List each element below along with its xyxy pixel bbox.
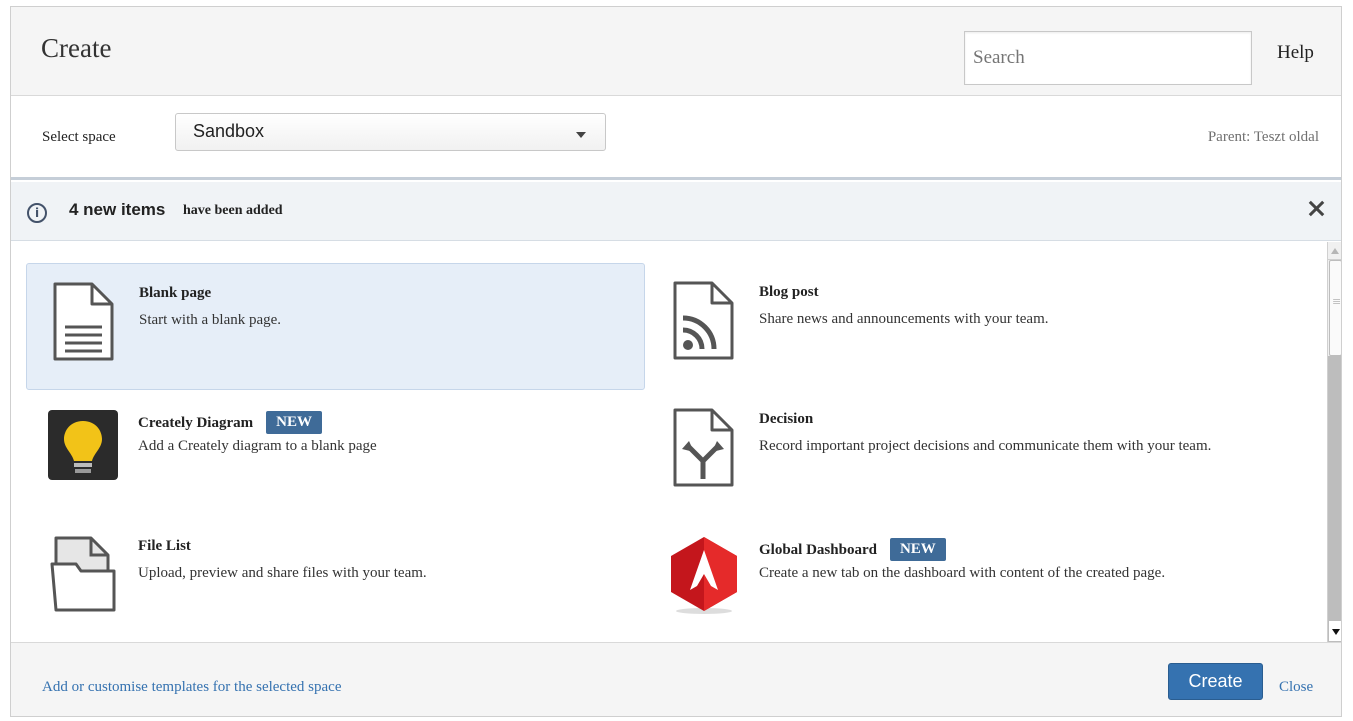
dialog-header: Create Help (11, 7, 1341, 96)
scroll-track[interactable] (1328, 356, 1341, 620)
template-name-text: Global Dashboard (759, 542, 877, 558)
template-description: Upload, preview and share files with you… (138, 565, 427, 581)
search-input[interactable] (964, 31, 1252, 85)
scroll-up-button[interactable] (1328, 242, 1341, 260)
info-icon: i (27, 203, 47, 223)
decision-icon (673, 408, 734, 487)
new-badge: NEW (889, 538, 946, 561)
scrollbar[interactable] (1327, 242, 1341, 642)
blog-post-icon (673, 281, 734, 360)
help-link[interactable]: Help (1277, 42, 1314, 64)
lightbulb-icon (48, 410, 118, 480)
template-name: File List (138, 538, 191, 554)
template-description: Create a new tab on the dashboard with c… (759, 565, 1166, 581)
new-badge: NEW (266, 411, 322, 434)
template-name: Global Dashboard NEW (759, 538, 946, 561)
template-description: Record important project decisions and c… (759, 438, 1212, 454)
customise-templates-link[interactable]: Add or customise templates for the selec… (42, 679, 341, 696)
dialog-title: Create (41, 33, 112, 63)
close-link[interactable]: Close (1279, 679, 1313, 696)
template-item-blank-page[interactable]: Blank page Start with a blank page. (26, 263, 645, 390)
template-name: Blog post (759, 284, 819, 300)
dialog-footer: Add or customise templates for the selec… (11, 642, 1341, 716)
parent-page-label: Parent: Teszt oldal (1207, 129, 1319, 145)
close-icon[interactable] (1304, 196, 1328, 224)
template-name: Blank page (139, 285, 212, 301)
create-dialog: Create Help Select space Sandbox Parent:… (10, 6, 1342, 717)
space-select[interactable]: Sandbox (175, 113, 606, 151)
folder-icon (50, 536, 116, 612)
chevron-down-icon (576, 132, 586, 138)
template-description: Add a Creately diagram to a blank page (138, 438, 377, 454)
template-item-creately-diagram[interactable]: Creately Diagram NEW Add a Creately diagr… (26, 390, 645, 517)
new-items-notice: i 4 new items have been added (11, 182, 1341, 241)
scroll-down-button[interactable] (1328, 620, 1341, 642)
template-item-global-dashboard[interactable]: Global Dashboard NEW Create a new tab on … (647, 517, 1266, 642)
template-item-file-list[interactable]: File List Upload, preview and share file… (26, 517, 645, 642)
template-description: Share news and announcements with your t… (759, 311, 1049, 327)
template-item-decision[interactable]: Decision Record important project decisi… (647, 390, 1266, 517)
global-dashboard-icon (671, 537, 737, 614)
new-items-text: have been added (183, 203, 283, 218)
scroll-thumb[interactable] (1329, 260, 1341, 356)
select-space-label: Select space (42, 129, 116, 145)
template-name: Creately Diagram NEW (138, 411, 322, 434)
create-button[interactable]: Create (1168, 663, 1263, 700)
template-list: Blank page Start with a blank page. Blog… (11, 242, 1327, 642)
space-select-value: Sandbox (193, 121, 265, 141)
template-name-text: Creately Diagram (138, 415, 254, 431)
template-item-blog-post[interactable]: Blog post Share news and announcements w… (647, 263, 1266, 390)
new-items-count: 4 new items (69, 200, 166, 219)
space-selector-row: Select space Sandbox Parent: Teszt oldal (11, 96, 1341, 180)
template-name: Decision (759, 411, 814, 427)
template-description: Start with a blank page. (139, 312, 282, 328)
blank-page-icon (53, 282, 114, 361)
